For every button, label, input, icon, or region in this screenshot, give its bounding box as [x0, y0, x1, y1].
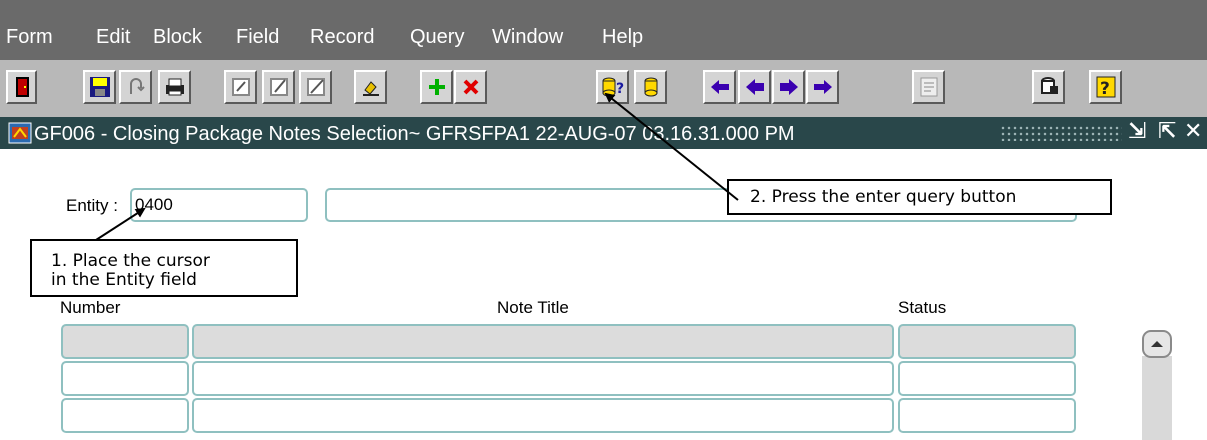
row-1-status[interactable]	[898, 324, 1076, 359]
exit-button[interactable]	[6, 70, 37, 104]
action-icon	[125, 76, 147, 98]
scroll-up-icon	[1150, 335, 1164, 353]
menu-block[interactable]: Block	[153, 26, 202, 49]
insert-record-button[interactable]	[420, 70, 453, 104]
previous-block-button[interactable]	[703, 70, 736, 104]
menu-query[interactable]: Query	[410, 26, 464, 49]
next-block-icon	[812, 76, 834, 98]
callout-step-2: 2. Press the enter query button	[727, 179, 1112, 215]
vertical-scrollbar[interactable]	[1142, 356, 1172, 440]
menu-form[interactable]: Form	[6, 26, 53, 49]
title-pattern	[1000, 125, 1122, 141]
column-header-number: Number	[60, 298, 121, 317]
callout-step-1-line-2: in the Entity field	[51, 270, 197, 290]
app-icon	[8, 121, 32, 150]
previous-block-icon	[709, 76, 731, 98]
list-button[interactable]	[912, 70, 945, 104]
menu-help[interactable]: Help	[602, 26, 643, 49]
previous-record-button[interactable]	[738, 70, 771, 104]
list-icon	[918, 76, 940, 98]
help-icon: ?	[1095, 75, 1117, 99]
edit-icon	[305, 76, 327, 98]
clear-button[interactable]	[354, 70, 387, 104]
clear-icon	[360, 76, 382, 98]
minimize-icon[interactable]: ⇲	[1128, 119, 1146, 144]
next-record-button[interactable]	[772, 70, 805, 104]
callout-step-2-text: 2. Press the enter query button	[750, 187, 1017, 207]
display-list-button[interactable]	[1032, 70, 1065, 104]
entity-label: Entity :	[66, 196, 118, 215]
print-button[interactable]	[158, 70, 191, 104]
execute-query-button[interactable]	[634, 70, 667, 104]
execute-query-icon	[640, 76, 662, 98]
row-3-note-title[interactable]	[192, 398, 894, 433]
entity-field[interactable]: 0400	[130, 188, 308, 222]
row-3-status[interactable]	[898, 398, 1076, 433]
save-button[interactable]	[83, 70, 116, 104]
column-header-note-title: Note Title	[497, 298, 569, 317]
column-header-status: Status	[898, 298, 947, 317]
row-2-number[interactable]	[61, 361, 189, 396]
maximize-icon[interactable]: ⇱	[1158, 119, 1176, 144]
next-record-icon	[778, 76, 800, 98]
callout-step-1: 1. Place the cursor in the Entity field	[30, 239, 298, 297]
paste-button[interactable]	[262, 70, 295, 104]
close-icon[interactable]: ✕	[1184, 119, 1202, 144]
paste-icon	[268, 76, 290, 98]
svg-text:?: ?	[616, 81, 624, 97]
row-2-status[interactable]	[898, 361, 1076, 396]
edit-button[interactable]	[299, 70, 332, 104]
window-title: GF006 - Closing Package Notes Selection~…	[34, 123, 795, 145]
print-icon	[164, 76, 186, 98]
enter-query-button[interactable]: ?	[596, 70, 629, 104]
menu-window[interactable]: Window	[492, 26, 563, 49]
row-3-number[interactable]	[61, 398, 189, 433]
row-1-note-title[interactable]	[192, 324, 894, 359]
previous-record-icon	[744, 76, 766, 98]
display-list-icon	[1038, 76, 1060, 98]
row-1-number[interactable]	[61, 324, 189, 359]
copy-button[interactable]	[224, 70, 257, 104]
insert-record-icon	[426, 76, 448, 98]
action-button[interactable]	[119, 70, 152, 104]
callout-step-1-line-1: 1. Place the cursor	[51, 251, 210, 271]
delete-record-icon	[460, 76, 482, 98]
copy-icon	[230, 76, 252, 98]
menu-edit[interactable]: Edit	[96, 26, 130, 49]
exit-icon	[13, 76, 31, 98]
scroll-up-button[interactable]	[1142, 330, 1172, 358]
delete-record-button[interactable]	[454, 70, 487, 104]
menu-field[interactable]: Field	[236, 26, 279, 49]
next-block-button[interactable]	[806, 70, 839, 104]
help-button[interactable]: ?	[1089, 70, 1122, 104]
menu-record[interactable]: Record	[310, 26, 374, 49]
enter-query-icon: ?	[601, 76, 625, 98]
row-2-note-title[interactable]	[192, 361, 894, 396]
svg-text:?: ?	[1100, 79, 1110, 99]
save-icon	[89, 76, 111, 98]
